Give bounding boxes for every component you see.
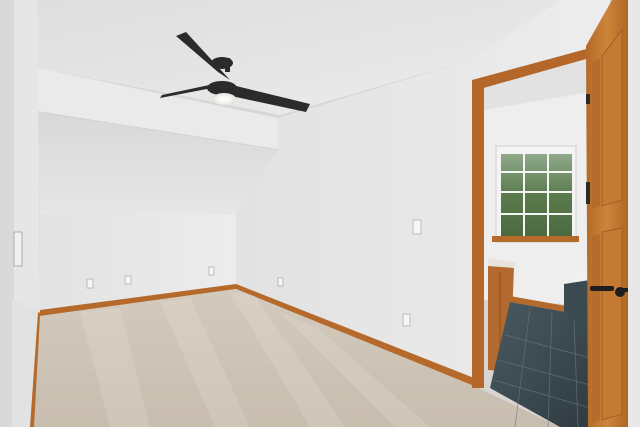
bedroom-scene [0, 0, 640, 427]
left-wall-edge [0, 0, 14, 427]
bathroom-door[interactable] [586, 0, 628, 427]
bathroom-window [492, 145, 579, 243]
outlet-5 [402, 313, 411, 327]
outlet-2 [124, 275, 132, 285]
outlet-4 [277, 277, 284, 287]
light-switch [412, 219, 422, 235]
outlet-1 [86, 278, 94, 289]
thermostat [13, 231, 23, 267]
door-jamb-right [628, 0, 640, 427]
outlet-3 [208, 266, 215, 276]
